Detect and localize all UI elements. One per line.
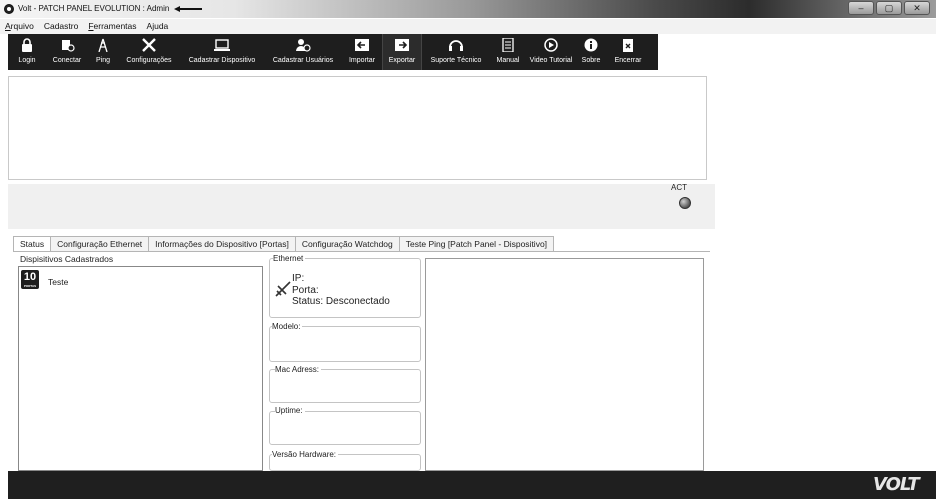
toolbar: Login Conectar Ping Configurações Cadast… — [8, 34, 658, 70]
devices-group-label: Dispisitivos Cadastrados — [20, 254, 117, 264]
close-button[interactable]: ✕ — [904, 1, 930, 15]
video-tutorial-button[interactable]: Video Tutorial — [526, 34, 576, 70]
act-led-indicator — [679, 197, 691, 209]
ping-result-panel — [425, 258, 704, 471]
support-icon — [449, 40, 463, 51]
manual-button[interactable]: Manual — [490, 34, 526, 70]
maximize-button[interactable]: ▢ — [876, 1, 902, 15]
device-list[interactable] — [18, 266, 263, 471]
title-bar: Volt - PATCH PANEL EVOLUTION : Admin – ▢… — [0, 0, 936, 18]
mac-address-field — [269, 369, 421, 403]
tab-informacoes-dispositivo[interactable]: Informações do Dispositivo [Portas] — [148, 236, 296, 252]
cadastrar-usuarios-button[interactable]: Cadastrar Usuários — [264, 34, 342, 70]
device-list-item[interactable]: Teste — [48, 277, 68, 287]
encerrar-button[interactable]: Encerrar — [606, 34, 650, 70]
play-icon — [544, 38, 558, 52]
uptime-label: Uptime: — [275, 406, 305, 415]
plug-icon — [62, 40, 75, 52]
tab-configuracao-watchdog[interactable]: Configuração Watchdog — [294, 236, 400, 252]
menu-ferramentas[interactable]: Ferramentas — [88, 19, 136, 34]
porta-label: Porta: — [292, 285, 319, 296]
log-panel — [8, 76, 707, 180]
conectar-button[interactable]: Conectar — [46, 34, 88, 70]
menu-arquivo[interactable]: Arquivo — [5, 19, 34, 34]
window-title: Volt - PATCH PANEL EVOLUTION : Admin — [18, 4, 170, 13]
info-icon — [584, 38, 598, 52]
cadastrar-dispositivo-button[interactable]: Cadastrar Dispositivo — [180, 34, 264, 70]
tools-icon — [142, 38, 156, 52]
antenna-icon — [98, 38, 108, 52]
menu-cadastro[interactable]: Cadastro — [44, 19, 79, 34]
status-strip — [8, 184, 715, 229]
mac-address-label: Mac Adress: — [275, 365, 322, 374]
document-icon — [502, 38, 514, 52]
sobre-button[interactable]: Sobre — [576, 34, 606, 70]
tab-strip: Status Configuração Ethernet Informações… — [13, 236, 555, 253]
tab-teste-ping[interactable]: Teste Ping [Patch Panel - Dispositivo] — [398, 236, 555, 252]
ping-button[interactable]: Ping — [88, 34, 118, 70]
device-icon — [214, 39, 230, 51]
lock-icon — [22, 38, 32, 52]
connection-status: Status: Desconectado — [292, 296, 390, 307]
act-label: ACT — [671, 183, 687, 192]
exit-icon — [623, 39, 633, 52]
tab-configuracao-ethernet[interactable]: Configuração Ethernet — [50, 236, 150, 252]
user-add-icon — [296, 39, 311, 52]
uptime-field — [269, 411, 421, 445]
menu-bar: Arquivo Cadastro Ferramentas Ajuda — [0, 19, 936, 34]
importar-button[interactable]: Importar — [342, 34, 382, 70]
versao-hardware-label: Versão Hardware: — [272, 450, 339, 459]
menu-ajuda[interactable]: Ajuda — [147, 19, 169, 34]
login-button[interactable]: Login — [8, 34, 46, 70]
suporte-tecnico-button[interactable]: Suporte Técnico — [422, 34, 490, 70]
minimize-button[interactable]: – — [848, 1, 874, 15]
footer-bar — [8, 471, 936, 499]
exportar-button[interactable]: Exportar — [382, 34, 422, 70]
app-logo-icon — [4, 4, 14, 14]
modelo-field — [269, 326, 421, 362]
disconnected-icon — [275, 281, 291, 297]
ip-label: IP: — [292, 273, 305, 284]
arrow-left-icon — [174, 6, 202, 12]
ethernet-group-label: Ethernet — [273, 254, 306, 263]
volt-logo: VOLT — [873, 474, 920, 495]
export-icon — [395, 39, 409, 51]
modelo-label: Modelo: — [272, 322, 303, 331]
import-icon — [355, 39, 369, 51]
configuracoes-button[interactable]: Configurações — [118, 34, 180, 70]
patch-panel-icon: 10 PORTAS — [21, 270, 39, 289]
